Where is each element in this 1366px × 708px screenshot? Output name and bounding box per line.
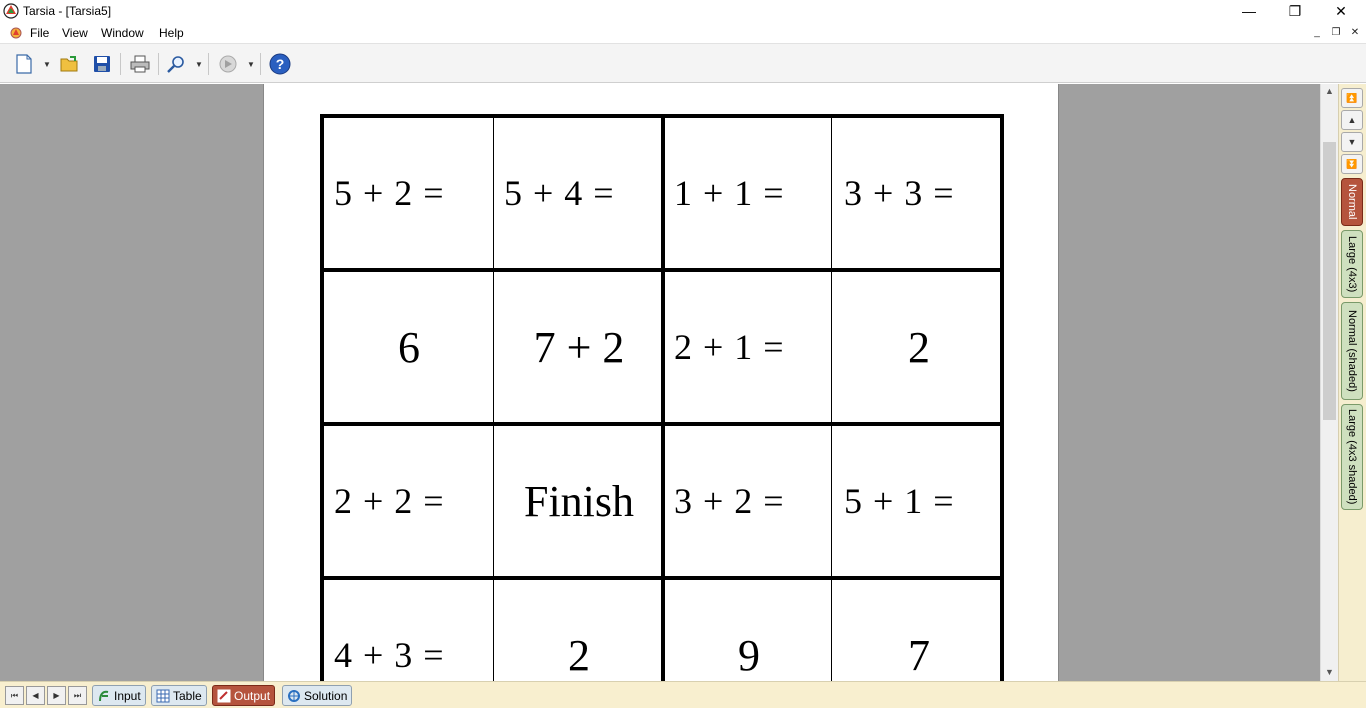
- window-title: Tarsia - [Tarsia5]: [23, 4, 112, 18]
- tab-normal[interactable]: Normal: [1341, 178, 1363, 226]
- zoom-button[interactable]: [164, 52, 188, 76]
- restore-button[interactable]: ❐: [1272, 0, 1318, 22]
- navigate-button[interactable]: [216, 52, 240, 76]
- tab-label: Output: [234, 688, 271, 703]
- grid-line-thick: [324, 576, 1004, 580]
- tab-solution[interactable]: Solution: [282, 685, 353, 706]
- new-document-icon: [16, 54, 32, 74]
- tab-large-4x3[interactable]: Large (4x3): [1341, 230, 1363, 298]
- table-icon: [156, 689, 170, 703]
- next-tab-button[interactable]: ▶: [47, 686, 66, 705]
- new-dropdown-arrow[interactable]: ▼: [42, 52, 52, 76]
- toolbar-separator: [208, 53, 209, 75]
- tab-label: Input: [114, 688, 141, 703]
- first-page-up-button[interactable]: ⏫: [1341, 88, 1363, 108]
- mdi-minimize-button[interactable]: _: [1310, 26, 1324, 38]
- save-button[interactable]: [90, 52, 114, 76]
- navigate-dropdown-arrow[interactable]: ▼: [246, 52, 256, 76]
- navigate-disabled-icon: [219, 55, 237, 73]
- toolbar-separator: [158, 53, 159, 75]
- grid-cell: Finish: [523, 476, 635, 526]
- grid-cell: 2 + 2 =: [334, 481, 445, 521]
- toolbar-separator: [260, 53, 261, 75]
- grid-cell: 5 + 4 =: [504, 173, 615, 213]
- help-button[interactable]: ?: [268, 52, 292, 76]
- grid-line: [493, 118, 494, 681]
- tab-label: Normal (shaded): [1346, 310, 1358, 392]
- tab-output[interactable]: Output: [212, 685, 276, 706]
- close-button[interactable]: ✕: [1318, 0, 1364, 22]
- toolbar-separator: [120, 53, 121, 75]
- last-page-down-button[interactable]: ⏬: [1341, 154, 1363, 174]
- tab-label: Solution: [304, 688, 348, 703]
- view-tab-bar: ⏮ ◀ ▶ ⏭ Input Table Output Solution: [0, 681, 1366, 708]
- tab-large-4x3-shaded[interactable]: Large (4x3 shaded): [1341, 404, 1363, 510]
- magnifier-icon: [167, 56, 184, 73]
- help-question-icon: ?: [269, 53, 291, 75]
- grid-line: [831, 118, 832, 681]
- layout-tab-strip: ⏫ ▲ ▼ ⏬ Normal Large (4x3) Normal (shade…: [1338, 84, 1366, 681]
- grid-line-thick: [661, 118, 665, 681]
- last-tab-button[interactable]: ⏭: [68, 686, 87, 705]
- grid-cell: 3 + 2 =: [674, 481, 785, 521]
- tab-label: Normal: [1346, 184, 1358, 220]
- minimize-button[interactable]: —: [1226, 0, 1272, 22]
- menu-window[interactable]: Window: [101, 26, 144, 40]
- grid-cell: 2: [568, 630, 590, 680]
- grid-cell: 5 + 1 =: [844, 481, 955, 521]
- print-button[interactable]: [128, 52, 152, 76]
- menu-help[interactable]: Help: [159, 26, 184, 40]
- output-icon: [217, 689, 231, 703]
- save-disk-icon: [94, 56, 110, 72]
- menu-bar: File View Window Help _ ❐ ✕: [0, 22, 1366, 43]
- tarsia-app-icon: [3, 3, 19, 19]
- tab-label: Large (4x3 shaded): [1346, 409, 1358, 505]
- svg-text:?: ?: [276, 56, 285, 72]
- new-document-button[interactable]: [12, 52, 36, 76]
- tab-input[interactable]: Input: [92, 685, 146, 706]
- grid-line-thick: [324, 268, 1004, 272]
- page-down-button[interactable]: ▼: [1341, 132, 1363, 152]
- output-workspace: 5 + 2 = 5 + 4 = 1 + 1 = 3 + 3 = 6 7 + 2 …: [0, 84, 1320, 681]
- mdi-restore-button[interactable]: ❐: [1329, 26, 1343, 38]
- scroll-up-arrow-icon[interactable]: ▲: [1325, 86, 1334, 96]
- grid-cell: 7 + 2: [533, 322, 625, 372]
- grid-cell: 9: [738, 630, 760, 680]
- menu-file[interactable]: File: [30, 26, 49, 40]
- grid-cell: 4 + 3 =: [334, 635, 445, 675]
- grid-cell: 6: [398, 322, 420, 372]
- mdi-close-button[interactable]: ✕: [1348, 26, 1362, 38]
- toolbar: ▼ ▼ ▼ ?: [0, 43, 1366, 83]
- input-icon: [97, 689, 111, 703]
- grid-cell: 2: [908, 322, 930, 372]
- output-page: 5 + 2 = 5 + 4 = 1 + 1 = 3 + 3 = 6 7 + 2 …: [263, 84, 1059, 681]
- previous-tab-button[interactable]: ◀: [26, 686, 45, 705]
- grid-cell: 1 + 1 =: [674, 173, 785, 213]
- tab-table[interactable]: Table: [151, 685, 207, 706]
- grid-cell: 2 + 1 =: [674, 327, 785, 367]
- document-icon: [10, 27, 22, 39]
- menu-view[interactable]: View: [62, 26, 88, 40]
- page-up-button[interactable]: ▲: [1341, 110, 1363, 130]
- title-bar: Tarsia - [Tarsia5] — ❐ ✕: [0, 0, 1366, 22]
- first-tab-button[interactable]: ⏮: [5, 686, 24, 705]
- grid-line-thick: [324, 422, 1004, 426]
- scroll-down-arrow-icon[interactable]: ▼: [1325, 667, 1334, 677]
- grid-cell: 3 + 3 =: [844, 173, 955, 213]
- solution-icon: [287, 689, 301, 703]
- scrollbar-thumb[interactable]: [1323, 142, 1336, 420]
- tarsia-card-grid: 5 + 2 = 5 + 4 = 1 + 1 = 3 + 3 = 6 7 + 2 …: [320, 114, 1004, 681]
- printer-icon: [130, 55, 150, 73]
- grid-cell: 7: [908, 630, 930, 680]
- zoom-dropdown-arrow[interactable]: ▼: [194, 52, 204, 76]
- tab-normal-shaded[interactable]: Normal (shaded): [1341, 302, 1363, 400]
- vertical-scrollbar[interactable]: ▲ ▼: [1320, 84, 1338, 681]
- open-button[interactable]: [58, 52, 82, 76]
- tab-label: Large (4x3): [1346, 235, 1358, 293]
- open-folder-icon: [60, 56, 78, 72]
- grid-cell: 5 + 2 =: [334, 173, 445, 213]
- tab-label: Table: [173, 688, 202, 703]
